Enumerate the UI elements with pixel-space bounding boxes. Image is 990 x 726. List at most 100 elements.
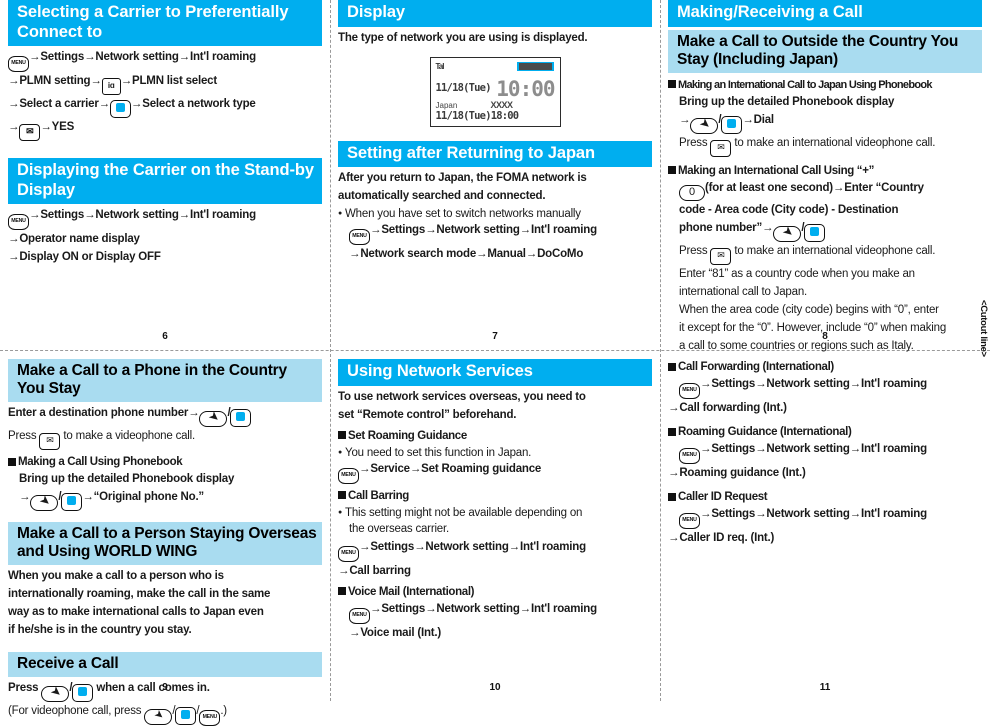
step-line-3: →Select a carrier→ →Select a network type bbox=[8, 96, 322, 118]
page-number-7: 7 bbox=[492, 331, 498, 342]
step-label: Select a network type bbox=[142, 98, 256, 110]
step-line-2: →PLMN setting→ iɑ →PLMN list select bbox=[8, 73, 322, 95]
return-steps-1: MENU →Settings→Network setting→Int'l roam… bbox=[338, 222, 652, 245]
center-key-icon bbox=[230, 409, 252, 427]
panel-title-displaying-carrier: Displaying the Carrier on the Stand-by D… bbox=[8, 158, 322, 204]
zero-key-icon: 0 bbox=[679, 184, 705, 201]
signal-icon: Tal bbox=[435, 61, 445, 71]
voice-mail-steps-1: MENU →Settings→Network setting→Int'l roam… bbox=[338, 601, 652, 624]
call-key-icon: ➤ bbox=[199, 410, 228, 427]
videophone-note: to make a videophone call. bbox=[63, 430, 196, 442]
panel-network-services-continued: Call Forwarding (International) MENU →Set… bbox=[660, 351, 990, 701]
page-number-6: 6 bbox=[162, 331, 168, 342]
display-intro: The type of network you are using is dis… bbox=[338, 31, 588, 44]
roaming-guidance-intl-steps-2: →Roaming guidance (Int.) bbox=[668, 467, 806, 479]
services-intro-1: To use network services overseas, you ne… bbox=[338, 390, 586, 403]
mail-key-icon: ✉ bbox=[710, 139, 732, 157]
panel-title-call-in-country: Make a Call to a Phone in the Country Yo… bbox=[8, 359, 322, 402]
worldwing-line-4: if he/she is in the country you stay. bbox=[8, 624, 192, 636]
step-label: Network setting bbox=[766, 378, 850, 390]
step-label: Manual bbox=[487, 248, 526, 260]
page-number-11: 11 bbox=[819, 682, 831, 693]
step-label: Network setting bbox=[95, 51, 179, 63]
plus-dial-line-1: 0 (for at least one second)→Enter “Countr… bbox=[668, 180, 982, 201]
step-label: Select a carrier bbox=[19, 98, 99, 110]
call-barring-bullet-1: This setting might not be available depe… bbox=[338, 505, 652, 521]
step-label: Settings bbox=[40, 209, 85, 221]
press-label: Press bbox=[8, 430, 37, 442]
caller-id-steps-1: MENU →Settings→Network setting→Int'l roam… bbox=[668, 506, 982, 529]
roaming-guidance-bullet: You need to set this function in Japan. bbox=[338, 445, 652, 461]
phonebook-display-line: Bring up the detailed Phonebook display bbox=[679, 95, 895, 108]
phone-country: Japan bbox=[435, 100, 458, 110]
call-barring-bullet-2: the overseas carrier. bbox=[349, 522, 449, 535]
step-label: Network setting bbox=[436, 602, 520, 615]
mail-key-icon: ✉ bbox=[19, 124, 41, 141]
menu-key-icon: MENU bbox=[679, 513, 700, 529]
phone-number-label: phone number” bbox=[679, 221, 763, 234]
panel-title-making-receiving-call: Making/Receiving a Call bbox=[668, 0, 982, 27]
call-barring-steps-2: →Call barring bbox=[338, 564, 411, 577]
step-label: Display ON or Display OFF bbox=[19, 251, 161, 263]
step-label: Dial bbox=[753, 113, 774, 126]
step-label: Settings bbox=[711, 443, 756, 455]
mail-key-icon: ✉ bbox=[710, 247, 732, 265]
call-line-2: Press ✉ to make a videophone call. bbox=[8, 428, 322, 450]
return-bullet: When you have set to switch networks man… bbox=[338, 206, 652, 222]
subsection-intl-call-japan-phonebook: Making an International Call to Japan Us… bbox=[668, 77, 982, 93]
services-intro-2: set “Remote control” beforehand. bbox=[338, 408, 517, 421]
step-label: Service bbox=[370, 462, 410, 475]
step-line-1: MENU →Settings→Network setting→Int'l roam… bbox=[8, 49, 322, 72]
step-label: Network setting bbox=[95, 209, 179, 221]
step-label: Call forwarding (Int.) bbox=[679, 402, 787, 414]
column-1: Selecting a Carrier to Preferentially Co… bbox=[0, 0, 330, 726]
subsection-call-forwarding: Call Forwarding (International) bbox=[668, 359, 982, 375]
voice-mail-steps-2: →Voice mail (Int.) bbox=[349, 626, 442, 639]
phone-screen-figure: Tal 11/18(Tue) 10:00 Japan XXXX 11/18(Tu… bbox=[338, 56, 652, 127]
step-label: Int'l roaming bbox=[860, 508, 927, 520]
worldwing-line-3: way as to make international calls to Ja… bbox=[8, 606, 264, 618]
phone-date-bottom: 11/18(Tue)18:00 bbox=[435, 109, 520, 122]
step-label: Int'l roaming bbox=[189, 51, 256, 63]
menu-key-icon: MENU bbox=[679, 383, 700, 399]
step-line-4: → ✉ →YES bbox=[8, 119, 322, 141]
panel-title-selecting-carrier: Selecting a Carrier to Preferentially Co… bbox=[8, 0, 322, 46]
panel-making-receiving-call: Making/Receiving a Call Make a Call to O… bbox=[660, 0, 990, 352]
center-key-icon bbox=[175, 707, 197, 725]
subsection-voice-mail: Voice Mail (International) bbox=[338, 584, 652, 600]
return-steps-2: →Network search mode→Manual→DoCoMo bbox=[349, 248, 584, 260]
step-label: Network setting bbox=[766, 443, 850, 455]
panel-network-services: Using Network Services To use network se… bbox=[330, 351, 660, 701]
return-line-1: After you return to Japan, the FOMA netw… bbox=[338, 172, 587, 184]
mail-key-icon: ✉ bbox=[39, 433, 61, 450]
step-label: “Original phone No.” bbox=[93, 491, 205, 503]
step-line-5: MENU →Settings→Network setting→Int'l roam… bbox=[8, 207, 322, 230]
phonebook-dial-steps: → ➤ / →Dial bbox=[668, 112, 982, 134]
call-barring-steps-1: MENU →Settings→Network setting→Int'l roam… bbox=[338, 539, 652, 562]
subsection-making-call-phonebook: Making a Call Using Phonebook bbox=[8, 454, 322, 470]
call-key-icon: ➤ bbox=[773, 224, 802, 242]
subsection-set-roaming-guidance: Set Roaming Guidance bbox=[338, 428, 652, 444]
panel-call-in-country: Make a Call to a Phone in the Country Yo… bbox=[0, 351, 330, 726]
enter-country-label: Enter “Country bbox=[844, 181, 924, 194]
worldwing-line-1: When you make a call to a person who is bbox=[8, 570, 224, 582]
phone-carrier: XXXX bbox=[490, 99, 514, 110]
step-label: Settings bbox=[711, 508, 756, 520]
step-label: Network setting bbox=[425, 540, 509, 553]
call-line-1-text: Enter a destination phone number bbox=[8, 407, 189, 419]
call-forwarding-steps-1: MENU →Settings→Network setting→Int'l roam… bbox=[668, 376, 982, 399]
phone-screen: Tal 11/18(Tue) 10:00 Japan XXXX 11/18(Tu… bbox=[429, 56, 561, 127]
receive-line-2: (For videophone call, press ➤ / / MENU.) bbox=[8, 703, 322, 726]
center-key-icon bbox=[61, 493, 83, 511]
hold-note: (for at least one second) bbox=[705, 181, 833, 194]
step-label: Int'l roaming bbox=[519, 540, 586, 553]
step-label: DoCoMo bbox=[537, 248, 584, 260]
network-type-badge bbox=[516, 61, 554, 71]
phonebook-videophone-note: Press ✉ to make an international videoph… bbox=[668, 135, 982, 157]
menu-key-icon: MENU bbox=[679, 448, 700, 464]
step-line-6: →Operator name display bbox=[8, 233, 140, 245]
menu-key-icon: MENU bbox=[349, 607, 370, 624]
step-label: Set Roaming guidance bbox=[421, 462, 542, 475]
step-label: Settings bbox=[40, 51, 85, 63]
panel-title-setting-after-return: Setting after Returning to Japan bbox=[338, 140, 652, 167]
